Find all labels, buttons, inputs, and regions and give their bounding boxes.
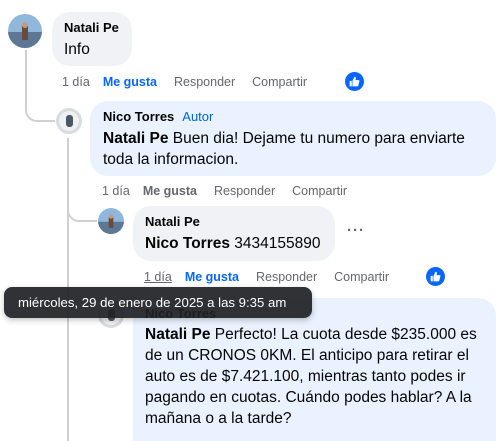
comment-author[interactable]: Natali Pe [145,214,323,230]
comment-body: 3434155890 [230,235,321,252]
comment-text: Natali Pe Perfecto! La cuota desde $235.… [145,324,495,429]
mention-link[interactable]: Nico Torres [145,235,230,252]
mention-link[interactable]: Natali Pe [145,326,210,343]
comment-text: Info [64,41,90,58]
comment-bubble: Natali Pe Nico Torres 3434155890 [133,206,335,261]
reply-button[interactable]: Responder [256,270,317,284]
like-icon[interactable] [345,72,364,91]
comment-text: Nico Torres 3434155890 [145,233,323,254]
profile-photo [98,208,124,234]
comment-bubble: Nico Torres Autor Natali Pe Buen dia! Dej… [90,101,496,176]
comment-bubble: Natali Pe Info [52,12,132,66]
comment-author[interactable]: Nico Torres [103,109,174,124]
comment-bubble: Nico Torres Natali Pe Perfecto! La cuota… [133,298,496,441]
mention-link[interactable]: Natali Pe [103,130,168,147]
profile-photo [56,108,82,134]
avatar[interactable] [56,108,82,134]
comment-author[interactable]: Natali Pe [64,20,120,36]
share-button[interactable]: Compartir [292,184,347,198]
avatar[interactable] [98,208,124,234]
comment-author-line: Nico Torres Autor [103,109,484,125]
like-icon[interactable] [426,267,445,286]
comment-actions: 1 día Me gusta Responder Compartir [102,184,364,198]
comment-timestamp[interactable]: 1 día [102,184,130,198]
comment-actions: 1 día Me gusta Responder Compartir [144,270,406,284]
share-button[interactable]: Compartir [252,75,307,89]
author-badge: Autor [182,109,214,124]
like-button[interactable]: Me gusta [103,75,157,89]
thread-connector [67,200,97,222]
thread-connector [25,100,55,122]
avatar[interactable] [8,14,42,48]
like-button[interactable]: Me gusta [143,184,197,198]
comment-timestamp[interactable]: 1 día [62,75,90,89]
reply-button[interactable]: Responder [214,184,275,198]
more-options-icon[interactable]: ··· [347,222,365,239]
profile-photo [8,14,42,48]
comment-text: Natali Pe Buen dia! Dejame tu numero par… [103,128,473,170]
comment-actions: 1 día Me gusta Responder Compartir [62,75,324,89]
reply-button[interactable]: Responder [174,75,235,89]
comment-timestamp[interactable]: 1 día [144,270,172,284]
timestamp-tooltip: miércoles, 29 de enero de 2025 a las 9:3… [4,287,312,318]
share-button[interactable]: Compartir [334,270,389,284]
like-button[interactable]: Me gusta [185,270,239,284]
